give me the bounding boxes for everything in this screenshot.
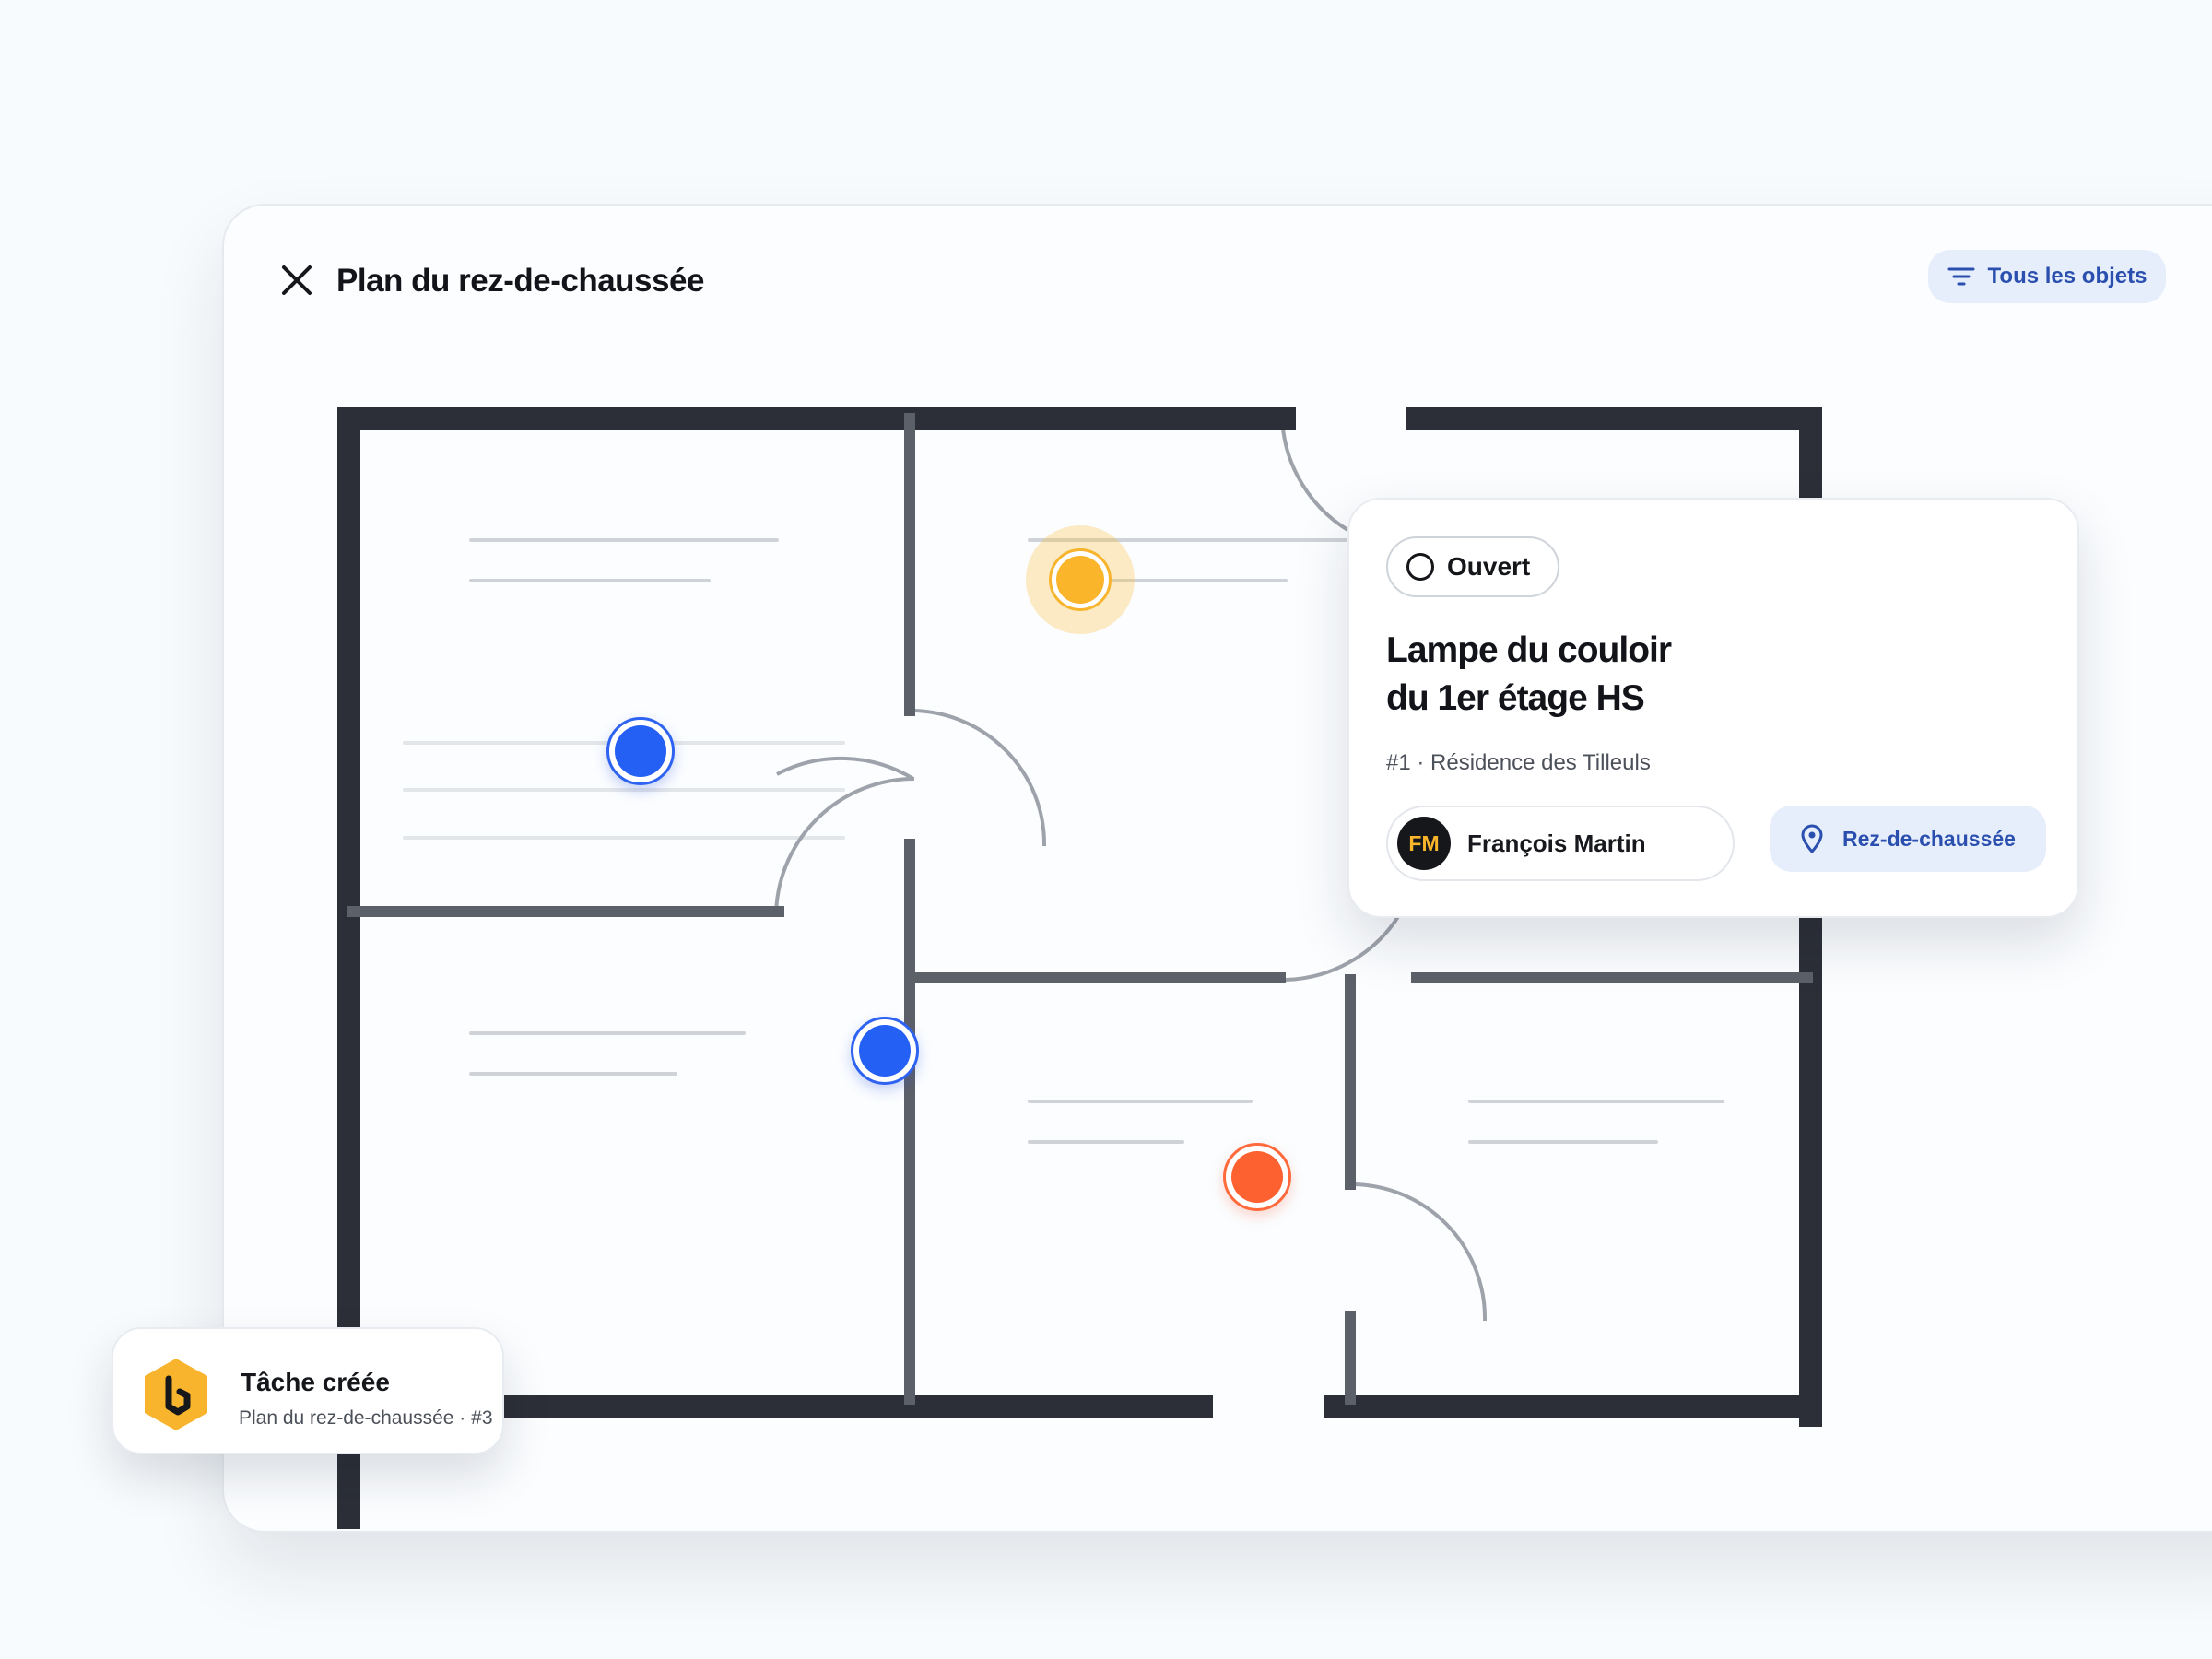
circle-icon	[1406, 553, 1434, 581]
map-pin-icon	[1801, 824, 1823, 853]
location-chip[interactable]: Rez-de-chaussée	[1770, 806, 2046, 872]
marker-dot	[615, 725, 666, 777]
task-title-line-2: du 1er étage HS	[1386, 678, 1645, 718]
marker-yellow[interactable]	[1026, 525, 1135, 634]
assignee-chip[interactable]: FM François Martin	[1386, 806, 1735, 881]
marker-ring	[1049, 548, 1112, 611]
task-title-line-1: Lampe du couloir	[1386, 630, 1672, 670]
toast-title: Tâche créée	[241, 1368, 390, 1396]
task-detail-card[interactable]: Ouvert Lampe du couloir du 1er étage HS …	[1347, 498, 2079, 918]
status-badge[interactable]: Ouvert	[1386, 536, 1560, 597]
hexagon-logo-icon	[145, 1359, 207, 1430]
marker-dot	[1231, 1151, 1283, 1203]
marker-orange[interactable]	[1223, 1143, 1291, 1211]
toast-subtitle: Plan du rez-de-chaussée · #3	[239, 1407, 493, 1429]
toast-notification[interactable]: Tâche créée Plan du rez-de-chaussée · #3	[112, 1327, 504, 1454]
avatar: FM	[1397, 817, 1451, 870]
task-subtitle: #1 · Résidence des Tilleuls	[1386, 750, 1651, 775]
status-label: Ouvert	[1447, 552, 1531, 581]
assignee-name: François Martin	[1467, 829, 1646, 857]
marker-blue-1[interactable]	[606, 717, 675, 785]
marker-dot	[1056, 556, 1104, 604]
marker-dot	[859, 1025, 911, 1077]
marker-blue-2[interactable]	[851, 1017, 919, 1085]
location-label: Rez-de-chaussée	[1842, 826, 2016, 851]
task-title: Lampe du couloir du 1er étage HS	[1386, 627, 1773, 723]
